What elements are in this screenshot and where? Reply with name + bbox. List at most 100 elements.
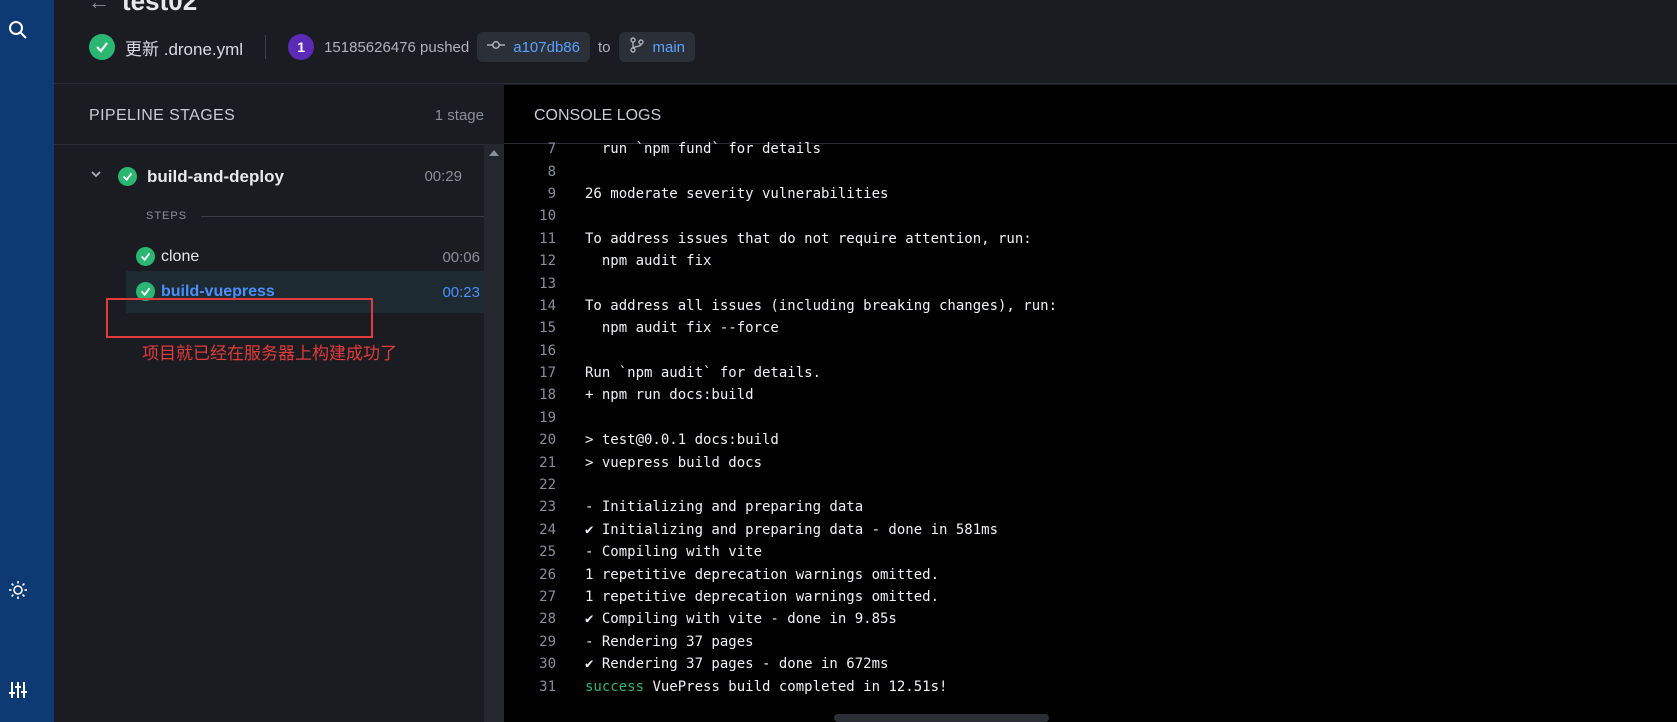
line-number: 13 — [539, 275, 556, 292]
log-line: 31 success VuePress build completed in 12… — [504, 675, 1677, 697]
line-number: 31 — [539, 678, 556, 695]
highlight-box — [106, 298, 373, 338]
line-number: 17 — [539, 365, 556, 382]
branch-link[interactable]: main — [618, 32, 696, 62]
log-line: 8 — [504, 160, 1677, 182]
line-text: success VuePress build completed in 12.5… — [585, 679, 947, 695]
line-number: 24 — [539, 521, 556, 538]
line-number: 10 — [539, 208, 556, 225]
line-number: 19 — [539, 409, 556, 426]
line-text: + npm run docs:build — [585, 387, 754, 404]
log-line: 22 — [504, 474, 1677, 496]
success-label: success — [585, 678, 645, 695]
log-line: 29 - Rendering 37 pages — [504, 631, 1677, 653]
log-lines: 7 run `npm fund` for details 8 9 26 moderat… — [504, 138, 1677, 698]
commit-hash-link[interactable]: a107db86 — [477, 32, 590, 62]
line-number: 20 — [539, 432, 556, 449]
log-line: 7 run `npm fund` for details — [504, 138, 1677, 160]
console-scrollbar[interactable] — [834, 714, 1049, 722]
line-number: 30 — [539, 656, 556, 673]
sliders-icon[interactable] — [8, 680, 28, 700]
log-line: 10 — [504, 205, 1677, 227]
line-number: 14 — [539, 297, 556, 314]
back-arrow-icon[interactable]: ← — [88, 0, 110, 15]
line-number: 25 — [539, 544, 556, 561]
log-line: 11 To address issues that do not require … — [504, 228, 1677, 250]
branch-icon — [629, 36, 645, 58]
annotation-text: 项目就已经在服务器上构建成功了 — [142, 344, 397, 363]
steps-label: STEPS — [146, 210, 188, 222]
pushed-by-text: 15185626476 pushed — [324, 38, 470, 56]
log-line: 17 Run `npm audit` for details. — [504, 362, 1677, 384]
log-line: 19 — [504, 407, 1677, 429]
log-line: 9 26 moderate severity vulnerabilities — [504, 183, 1677, 205]
check-icon — [118, 167, 137, 186]
divider — [265, 35, 267, 59]
step-duration: 00:06 — [442, 249, 480, 266]
log-line: 12 npm audit fix — [504, 250, 1677, 272]
console-logs-panel: CONSOLE LOGS 7 run `npm fund` for detail… — [504, 85, 1677, 722]
log-line: 21 > vuepress build docs — [504, 451, 1677, 473]
line-number: 12 — [539, 253, 556, 270]
line-number: 18 — [539, 387, 556, 404]
stages-header: PIPELINE STAGES 1 stage — [54, 85, 504, 145]
scroll-up-arrow-icon[interactable] — [489, 150, 499, 156]
stages-scrollbar[interactable] — [484, 144, 504, 722]
search-icon[interactable] — [8, 20, 28, 40]
stage-count: 1 stage — [434, 107, 484, 124]
line-number: 27 — [539, 589, 556, 605]
line-number: 11 — [539, 230, 556, 247]
sun-icon[interactable] — [8, 580, 28, 600]
steps-divider — [201, 216, 484, 217]
stages-title: PIPELINE STAGES — [89, 107, 236, 124]
line-text: ✔ Initializing and preparing data - done… — [585, 521, 999, 538]
step-name: clone — [161, 248, 200, 265]
step-duration: 00:23 — [442, 284, 480, 301]
line-number: 21 — [539, 454, 556, 471]
line-text: - Rendering 37 pages — [585, 633, 754, 650]
commit-message: 更新 .drone.yml — [125, 39, 244, 59]
line-number: 28 — [539, 611, 556, 628]
check-icon — [89, 34, 115, 60]
pipeline-stages-panel: PIPELINE STAGES 1 stage build-and-deploy… — [54, 85, 504, 722]
line-number: 7 — [547, 141, 556, 158]
line-number: 26 — [539, 566, 556, 583]
log-line: 20 > test@0.0.1 docs:build — [504, 429, 1677, 451]
line-number: 15 — [539, 320, 556, 337]
title-row: ← test02 — [88, 0, 197, 17]
chevron-down-icon[interactable] — [90, 167, 102, 183]
line-text: ✔ Rendering 37 pages - done in 672ms — [585, 656, 889, 673]
commit-icon — [487, 38, 506, 56]
log-line: 26 1 repetitive deprecation warnings omit… — [504, 563, 1677, 585]
line-text: run `npm fund` for details — [585, 141, 822, 158]
line-text: > test@0.0.1 docs:build — [585, 432, 779, 449]
avatar[interactable]: 1 — [288, 34, 315, 60]
log-line: 28 ✔ Compiling with vite - done in 9.85s — [504, 608, 1677, 630]
check-icon — [136, 247, 155, 266]
stage-duration: 00:29 — [424, 168, 462, 185]
line-text: - Compiling with vite — [585, 544, 763, 561]
to-text: to — [598, 38, 611, 56]
line-number: 9 — [547, 185, 556, 202]
log-line: 16 — [504, 340, 1677, 362]
line-number: 23 — [539, 499, 556, 516]
line-text: 26 moderate severity vulnerabilities — [585, 185, 889, 202]
log-line: 23 - Initializing and preparing data — [504, 496, 1677, 518]
commit-hash: a107db86 — [513, 38, 580, 56]
stage-build-and-deploy[interactable]: build-and-deploy 00:29 — [54, 157, 484, 197]
log-line: 15 npm audit fix --force — [504, 317, 1677, 339]
line-number: 8 — [547, 163, 556, 180]
left-nav-rail — [0, 0, 54, 722]
line-text: ✔ Compiling with vite - done in 9.85s — [585, 611, 897, 628]
log-line: 24 ✔ Initializing and preparing data - do… — [504, 519, 1677, 541]
line-text: To address all issues (including breakin… — [585, 297, 1058, 314]
stage-name: build-and-deploy — [147, 167, 284, 186]
log-line: 14 To address all issues (including break… — [504, 295, 1677, 317]
log-line: 30 ✔ Rendering 37 pages - done in 672ms — [504, 653, 1677, 675]
log-line: 18 + npm run docs:build — [504, 384, 1677, 406]
line-text: Run `npm audit` for details. — [585, 365, 822, 382]
line-text: > vuepress build docs — [585, 454, 763, 471]
line-number: 16 — [539, 342, 556, 359]
line-text: 1 repetitive deprecation warnings omitte… — [585, 566, 940, 583]
console-title: CONSOLE LOGS — [534, 107, 662, 124]
